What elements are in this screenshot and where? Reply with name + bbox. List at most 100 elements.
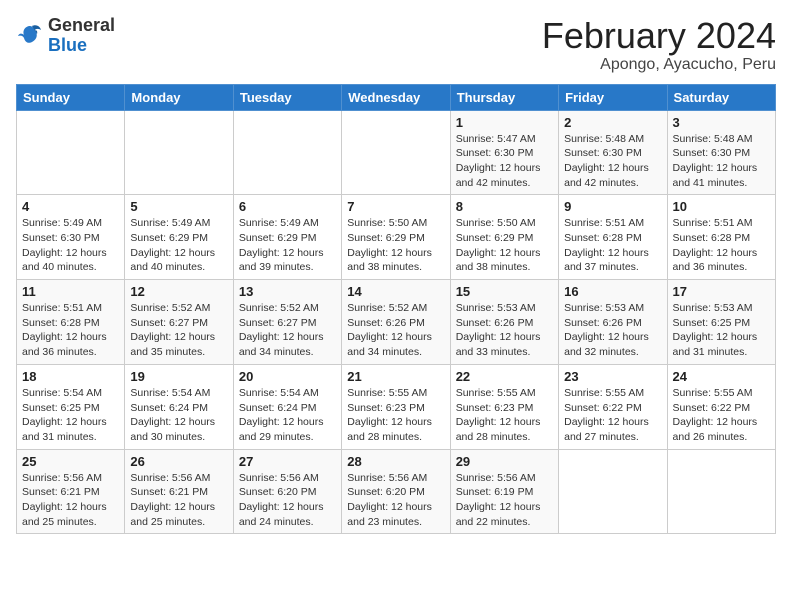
calendar-cell: 15 Sunrise: 5:53 AMSunset: 6:26 PMDayligh… (450, 280, 558, 365)
day-number: 9 (564, 199, 661, 214)
day-info: Sunrise: 5:48 AMSunset: 6:30 PMDaylight:… (673, 132, 770, 191)
day-number: 22 (456, 369, 553, 384)
day-number: 13 (239, 284, 336, 299)
day-number: 11 (22, 284, 119, 299)
calendar-cell: 22 Sunrise: 5:55 AMSunset: 6:23 PMDayligh… (450, 364, 558, 449)
calendar-week-4: 18 Sunrise: 5:54 AMSunset: 6:25 PMDayligh… (17, 364, 776, 449)
day-number: 26 (130, 454, 227, 469)
calendar-cell: 12Sunrise: 5:52 AMSunset: 6:27 PMDayligh… (125, 280, 233, 365)
day-number: 19 (130, 369, 227, 384)
calendar-cell (17, 110, 125, 195)
day-info: Sunrise: 5:47 AMSunset: 6:30 PMDaylight:… (456, 132, 553, 191)
day-number: 7 (347, 199, 444, 214)
calendar-cell: 21 Sunrise: 5:55 AMSunset: 6:23 PMDayligh… (342, 364, 450, 449)
day-number: 18 (22, 369, 119, 384)
page-subtitle: Apongo, Ayacucho, Peru (542, 56, 776, 74)
logo-text: General Blue (48, 16, 115, 56)
day-info: Sunrise: 5:53 AMSunset: 6:25 PMDaylight:… (673, 301, 770, 360)
calendar-cell: 26 Sunrise: 5:56 AMSunset: 6:21 PMDayligh… (125, 449, 233, 534)
col-header-tuesday: Tuesday (233, 84, 341, 110)
day-info: Sunrise: 5:51 AMSunset: 6:28 PMDaylight:… (22, 301, 119, 360)
day-info: Sunrise: 5:56 AMSunset: 6:20 PMDaylight:… (347, 471, 444, 530)
calendar-cell (342, 110, 450, 195)
day-number: 28 (347, 454, 444, 469)
calendar-cell: 14Sunrise: 5:52 AMSunset: 6:26 PMDayligh… (342, 280, 450, 365)
day-number: 21 (347, 369, 444, 384)
day-info: Sunrise: 5:54 AMSunset: 6:24 PMDaylight:… (239, 386, 336, 445)
calendar-cell: 9 Sunrise: 5:51 AMSunset: 6:28 PMDaylight… (559, 195, 667, 280)
logo: General Blue (16, 16, 115, 56)
day-info: Sunrise: 5:49 AMSunset: 6:29 PMDaylight:… (130, 216, 227, 275)
calendar-cell: 20 Sunrise: 5:54 AMSunset: 6:24 PMDayligh… (233, 364, 341, 449)
calendar-cell: 13 Sunrise: 5:52 AMSunset: 6:27 PMDayligh… (233, 280, 341, 365)
day-number: 25 (22, 454, 119, 469)
calendar-cell: 10 Sunrise: 5:51 AMSunset: 6:28 PMDayligh… (667, 195, 775, 280)
day-number: 17 (673, 284, 770, 299)
calendar-week-2: 4 Sunrise: 5:49 AMSunset: 6:30 PMDaylight… (17, 195, 776, 280)
calendar-cell: 2 Sunrise: 5:48 AMSunset: 6:30 PMDaylight… (559, 110, 667, 195)
calendar-cell: 11 Sunrise: 5:51 AMSunset: 6:28 PMDayligh… (17, 280, 125, 365)
day-info: Sunrise: 5:49 AMSunset: 6:29 PMDaylight:… (239, 216, 336, 275)
day-info: Sunrise: 5:56 AMSunset: 6:19 PMDaylight:… (456, 471, 553, 530)
day-number: 23 (564, 369, 661, 384)
day-info: Sunrise: 5:55 AMSunset: 6:23 PMDaylight:… (456, 386, 553, 445)
day-info: Sunrise: 5:49 AMSunset: 6:30 PMDaylight:… (22, 216, 119, 275)
day-number: 3 (673, 115, 770, 130)
day-info: Sunrise: 5:51 AMSunset: 6:28 PMDaylight:… (673, 216, 770, 275)
day-info: Sunrise: 5:55 AMSunset: 6:23 PMDaylight:… (347, 386, 444, 445)
day-number: 24 (673, 369, 770, 384)
day-number: 4 (22, 199, 119, 214)
col-header-friday: Friday (559, 84, 667, 110)
day-number: 29 (456, 454, 553, 469)
col-header-sunday: Sunday (17, 84, 125, 110)
calendar-cell: 18 Sunrise: 5:54 AMSunset: 6:25 PMDayligh… (17, 364, 125, 449)
day-number: 16 (564, 284, 661, 299)
day-info: Sunrise: 5:50 AMSunset: 6:29 PMDaylight:… (456, 216, 553, 275)
calendar-cell: 17 Sunrise: 5:53 AMSunset: 6:25 PMDayligh… (667, 280, 775, 365)
day-info: Sunrise: 5:52 AMSunset: 6:27 PMDaylight:… (130, 301, 227, 360)
calendar-cell: 24 Sunrise: 5:55 AMSunset: 6:22 PMDayligh… (667, 364, 775, 449)
calendar-header: SundayMondayTuesdayWednesdayThursdayFrid… (17, 84, 776, 110)
calendar-cell: 5 Sunrise: 5:49 AMSunset: 6:29 PMDaylight… (125, 195, 233, 280)
day-number: 15 (456, 284, 553, 299)
page-header: General Blue February 2024 Apongo, Ayacu… (16, 16, 776, 74)
col-header-monday: Monday (125, 84, 233, 110)
day-info: Sunrise: 5:50 AMSunset: 6:29 PMDaylight:… (347, 216, 444, 275)
calendar-cell (233, 110, 341, 195)
day-number: 10 (673, 199, 770, 214)
calendar-week-1: 1Sunrise: 5:47 AMSunset: 6:30 PMDaylight… (17, 110, 776, 195)
calendar-cell: 8Sunrise: 5:50 AMSunset: 6:29 PMDaylight… (450, 195, 558, 280)
day-number: 5 (130, 199, 227, 214)
day-number: 6 (239, 199, 336, 214)
calendar-cell: 7 Sunrise: 5:50 AMSunset: 6:29 PMDaylight… (342, 195, 450, 280)
calendar-cell (125, 110, 233, 195)
col-header-saturday: Saturday (667, 84, 775, 110)
day-info: Sunrise: 5:48 AMSunset: 6:30 PMDaylight:… (564, 132, 661, 191)
calendar-cell: 23Sunrise: 5:55 AMSunset: 6:22 PMDayligh… (559, 364, 667, 449)
calendar-cell: 29 Sunrise: 5:56 AMSunset: 6:19 PMDayligh… (450, 449, 558, 534)
day-info: Sunrise: 5:56 AMSunset: 6:21 PMDaylight:… (130, 471, 227, 530)
day-number: 27 (239, 454, 336, 469)
day-info: Sunrise: 5:53 AMSunset: 6:26 PMDaylight:… (456, 301, 553, 360)
calendar-cell: 1Sunrise: 5:47 AMSunset: 6:30 PMDaylight… (450, 110, 558, 195)
day-number: 2 (564, 115, 661, 130)
calendar-cell: 6 Sunrise: 5:49 AMSunset: 6:29 PMDaylight… (233, 195, 341, 280)
day-info: Sunrise: 5:54 AMSunset: 6:25 PMDaylight:… (22, 386, 119, 445)
title-block: February 2024 Apongo, Ayacucho, Peru (542, 16, 776, 74)
day-info: Sunrise: 5:51 AMSunset: 6:28 PMDaylight:… (564, 216, 661, 275)
day-info: Sunrise: 5:52 AMSunset: 6:27 PMDaylight:… (239, 301, 336, 360)
calendar-cell: 27Sunrise: 5:56 AMSunset: 6:20 PMDayligh… (233, 449, 341, 534)
col-header-wednesday: Wednesday (342, 84, 450, 110)
day-info: Sunrise: 5:54 AMSunset: 6:24 PMDaylight:… (130, 386, 227, 445)
day-info: Sunrise: 5:55 AMSunset: 6:22 PMDaylight:… (673, 386, 770, 445)
day-number: 20 (239, 369, 336, 384)
calendar-cell (667, 449, 775, 534)
calendar-cell: 19 Sunrise: 5:54 AMSunset: 6:24 PMDayligh… (125, 364, 233, 449)
calendar-cell: 28 Sunrise: 5:56 AMSunset: 6:20 PMDayligh… (342, 449, 450, 534)
day-info: Sunrise: 5:56 AMSunset: 6:21 PMDaylight:… (22, 471, 119, 530)
calendar-cell: 16 Sunrise: 5:53 AMSunset: 6:26 PMDayligh… (559, 280, 667, 365)
calendar-cell (559, 449, 667, 534)
day-info: Sunrise: 5:53 AMSunset: 6:26 PMDaylight:… (564, 301, 661, 360)
calendar-cell: 4 Sunrise: 5:49 AMSunset: 6:30 PMDaylight… (17, 195, 125, 280)
calendar-week-3: 11 Sunrise: 5:51 AMSunset: 6:28 PMDayligh… (17, 280, 776, 365)
